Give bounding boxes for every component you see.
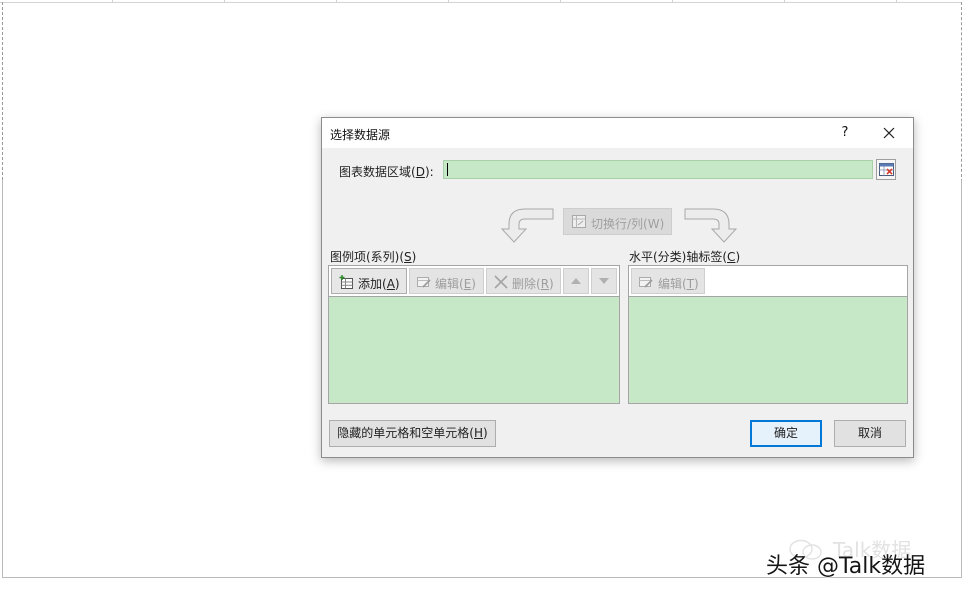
hidden-empty-cells-button[interactable]: 隐藏的单元格和空单元格(H) xyxy=(329,420,496,447)
chart-range-input[interactable] xyxy=(443,160,873,179)
edit-series-label: 编辑(E) xyxy=(435,277,476,291)
add-icon xyxy=(339,275,353,289)
chart-range-label: 图表数据区域(D): xyxy=(339,165,434,179)
switch-row-column-button[interactable]: 切换行/列(W) xyxy=(563,208,672,235)
close-button[interactable] xyxy=(875,121,903,145)
add-series-label: 添加(A) xyxy=(358,277,400,291)
move-down-button[interactable] xyxy=(591,268,617,294)
edit-axis-labels-button[interactable]: 编辑(T) xyxy=(631,268,705,294)
move-up-button[interactable] xyxy=(563,268,589,294)
dialog-title: 选择数据源 xyxy=(330,128,391,142)
select-data-source-dialog: 选择数据源 ? 图表数据区域(D): 切换行/列(W) 图例项(系列)(S) 水… xyxy=(321,117,914,458)
axis-labels-panel: 编辑(T) xyxy=(628,265,908,404)
add-series-button[interactable]: 添加(A) xyxy=(331,268,407,294)
ok-button[interactable]: 确定 xyxy=(750,420,822,447)
page-break-line xyxy=(2,2,3,180)
edit-series-button[interactable]: 编辑(E) xyxy=(409,268,484,294)
switch-label: 切换行/列(W) xyxy=(591,217,665,231)
watermark: 头条 @Talk数据 xyxy=(766,554,926,579)
column-gridline xyxy=(336,0,337,2)
dialog-titlebar[interactable]: 选择数据源 ? xyxy=(322,118,913,148)
column-gridline xyxy=(112,0,113,2)
triangle-up-icon xyxy=(571,278,581,284)
edit-icon xyxy=(417,277,431,288)
column-gridline xyxy=(224,0,225,2)
close-icon xyxy=(883,127,895,139)
range-collapse-button[interactable] xyxy=(876,159,896,180)
range-select-icon xyxy=(879,163,894,176)
column-gridline xyxy=(448,0,449,2)
page-break-line xyxy=(961,2,962,182)
axis-labels-list[interactable] xyxy=(629,296,907,403)
cancel-button[interactable]: 取消 xyxy=(834,420,906,447)
column-gridline xyxy=(896,0,897,2)
delete-series-label: 删除(R) xyxy=(512,277,554,291)
edit-axis-labels-label: 编辑(T) xyxy=(658,277,699,291)
switch-icon xyxy=(572,215,586,228)
column-gridline xyxy=(784,0,785,2)
text-caret xyxy=(447,163,448,176)
swap-arrow-left-icon xyxy=(500,208,554,243)
axis-labels-title: 水平(分类)轴标签(C) xyxy=(629,250,741,264)
edit-icon xyxy=(639,277,653,288)
triangle-down-icon xyxy=(599,278,609,284)
swap-arrow-right-icon xyxy=(684,208,738,243)
legend-entries-title: 图例项(系列)(S) xyxy=(330,250,417,264)
column-gridline xyxy=(560,0,561,2)
sheet-top-border xyxy=(0,2,962,3)
column-gridline xyxy=(672,0,673,2)
delete-icon xyxy=(494,275,508,289)
help-button[interactable]: ? xyxy=(833,123,857,143)
legend-entries-list[interactable] xyxy=(329,296,619,403)
legend-entries-panel: 添加(A) 编辑(E) 删除(R) xyxy=(328,265,620,404)
delete-series-button[interactable]: 删除(R) xyxy=(486,268,561,294)
